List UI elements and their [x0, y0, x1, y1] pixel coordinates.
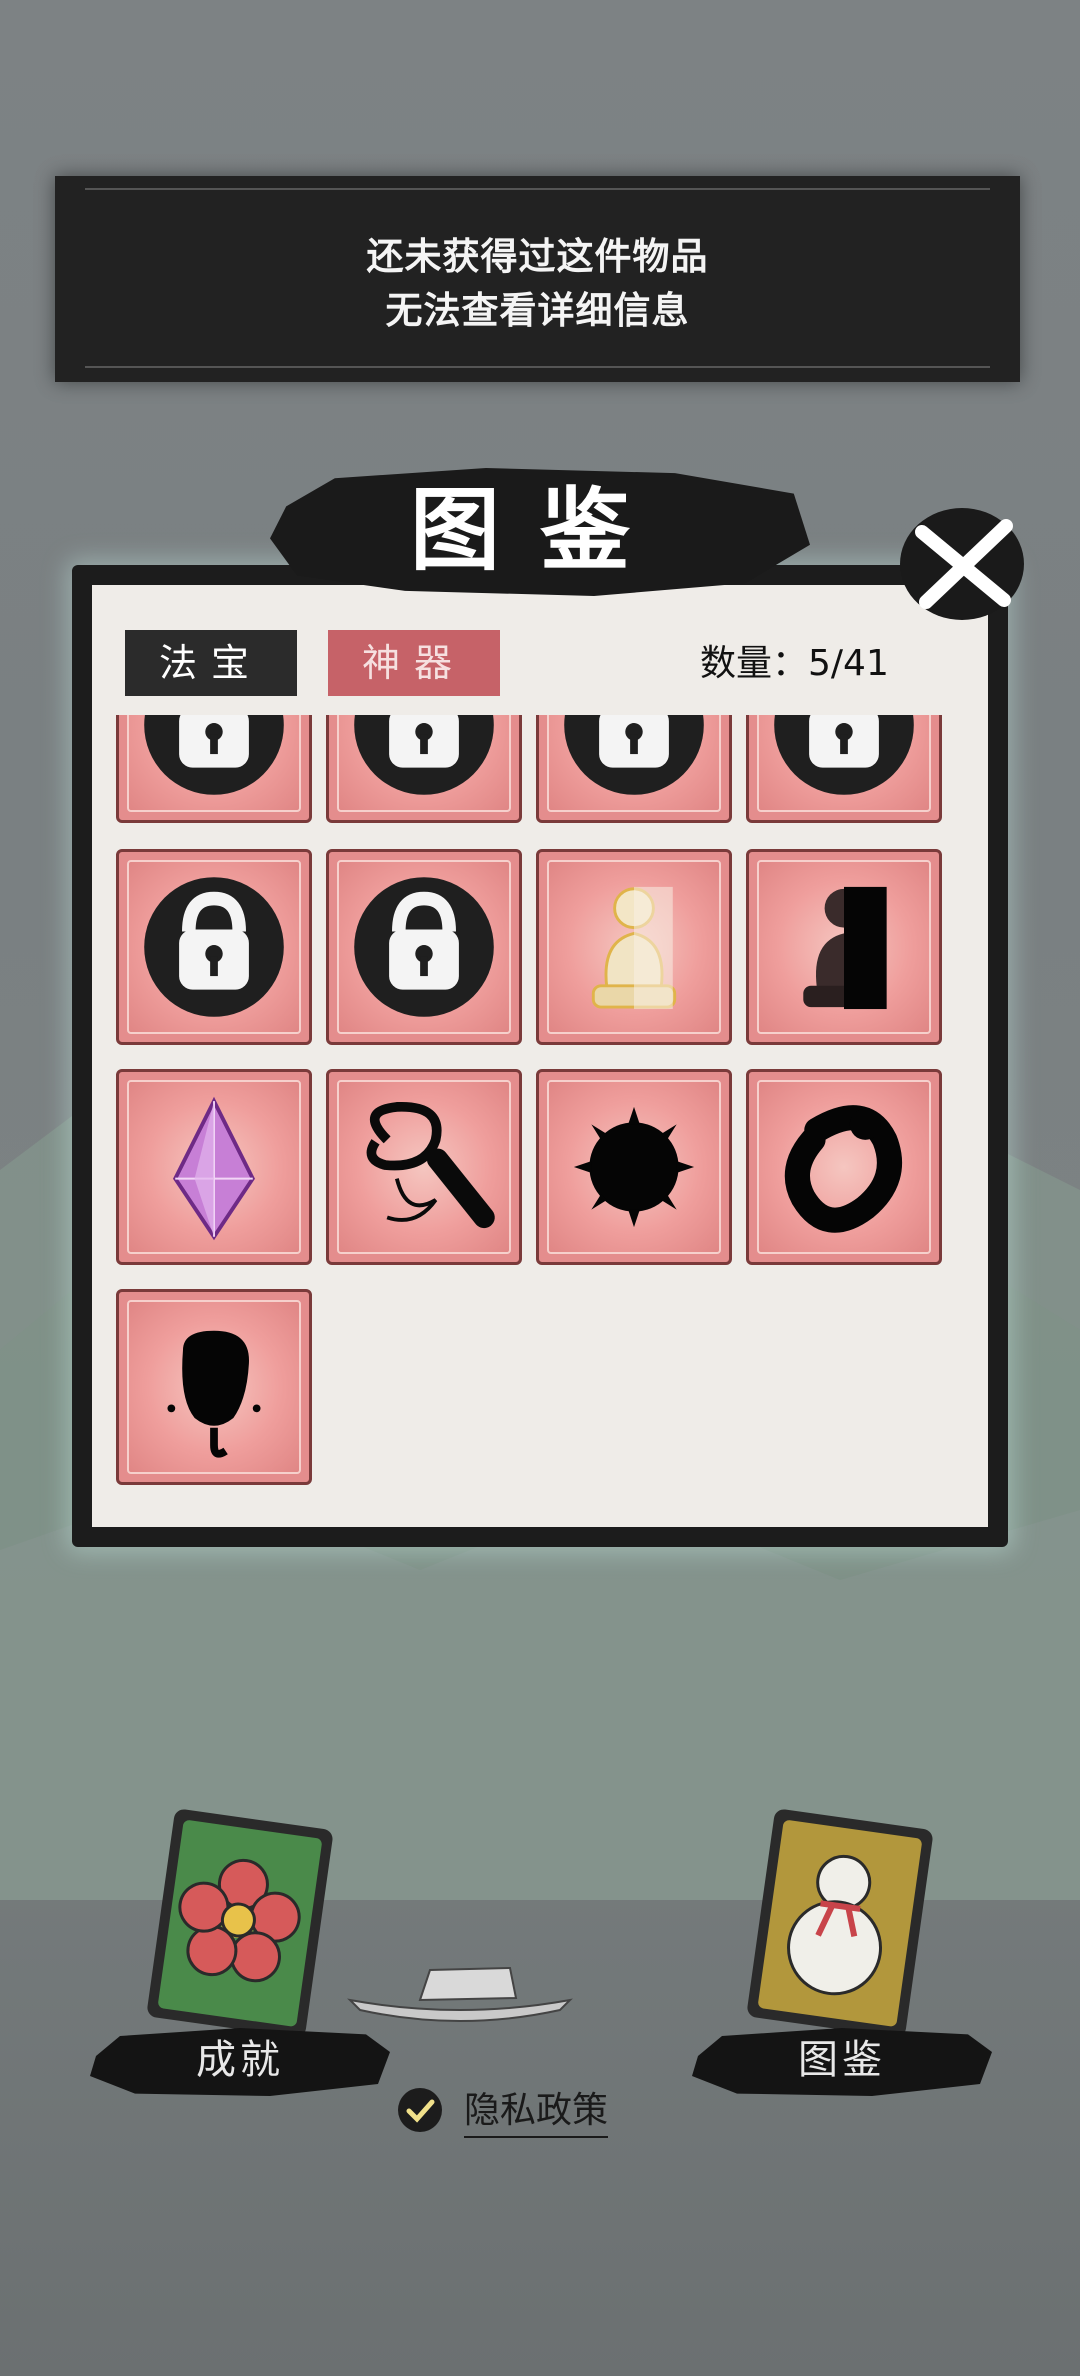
item-grid	[92, 715, 988, 1527]
lock-icon	[354, 715, 494, 795]
item-slot-purple-crystal[interactable]	[116, 1069, 312, 1265]
purple-crystal-icon	[172, 1096, 256, 1241]
tab-fabao[interactable]: 法宝	[125, 630, 297, 696]
panel-title: 图鉴	[410, 477, 670, 583]
toast-line-2: 无法查看详细信息	[385, 289, 690, 332]
whip-silhouette-icon	[366, 1102, 495, 1229]
item-slot-locked[interactable]	[116, 849, 312, 1045]
item-slot-buddha-statue[interactable]	[536, 849, 732, 1045]
item-slot-ring[interactable]	[746, 1069, 942, 1265]
item-slot-whip[interactable]	[326, 1069, 522, 1265]
privacy-policy-link[interactable]: 隐私政策	[464, 2086, 609, 2138]
boat-sketch	[347, 1966, 573, 2022]
close-button[interactable]	[900, 508, 1024, 620]
lock-icon	[564, 715, 704, 795]
lock-icon	[144, 715, 284, 795]
toast-banner: 还未获得过这件物品 无法查看详细信息	[55, 176, 1020, 382]
achievements-card-icon[interactable]	[140, 1808, 336, 2038]
lock-icon	[144, 877, 284, 1017]
item-slot-locked[interactable]	[326, 849, 522, 1045]
item-slot-locked[interactable]	[116, 715, 312, 823]
item-slot-locked[interactable]	[326, 715, 522, 823]
close-x-icon	[915, 519, 1013, 609]
fan-silhouette-icon	[167, 1330, 261, 1458]
item-slot-spiked-orb[interactable]	[536, 1069, 732, 1265]
spiked-orb-silhouette-icon	[573, 1106, 695, 1228]
toast-top-rule	[85, 188, 990, 190]
buddha-statue-icon	[591, 886, 677, 1010]
lock-icon	[774, 715, 914, 795]
item-slot-locked[interactable]	[536, 715, 732, 823]
lock-icon	[354, 877, 494, 1017]
toast-line-1: 还未获得过这件物品	[366, 235, 709, 278]
ring-silhouette-icon	[784, 1105, 903, 1233]
tab-shenqi[interactable]: 神器	[328, 630, 500, 696]
item-slot-fan[interactable]	[116, 1289, 312, 1485]
item-slot-dark-statue[interactable]	[746, 849, 942, 1045]
dark-statue-icon	[803, 886, 887, 1010]
checkmark-icon[interactable]	[398, 2088, 442, 2132]
codex-card-icon[interactable]	[740, 1808, 936, 2038]
item-slot-locked[interactable]	[746, 715, 942, 823]
item-count: 数量：5/41	[700, 643, 889, 684]
achievements-label[interactable]: 成就	[90, 2022, 390, 2098]
privacy-policy[interactable]: 隐私政策	[398, 2086, 628, 2138]
codex-label[interactable]: 图鉴	[692, 2022, 992, 2098]
toast-bottom-rule	[85, 366, 990, 368]
